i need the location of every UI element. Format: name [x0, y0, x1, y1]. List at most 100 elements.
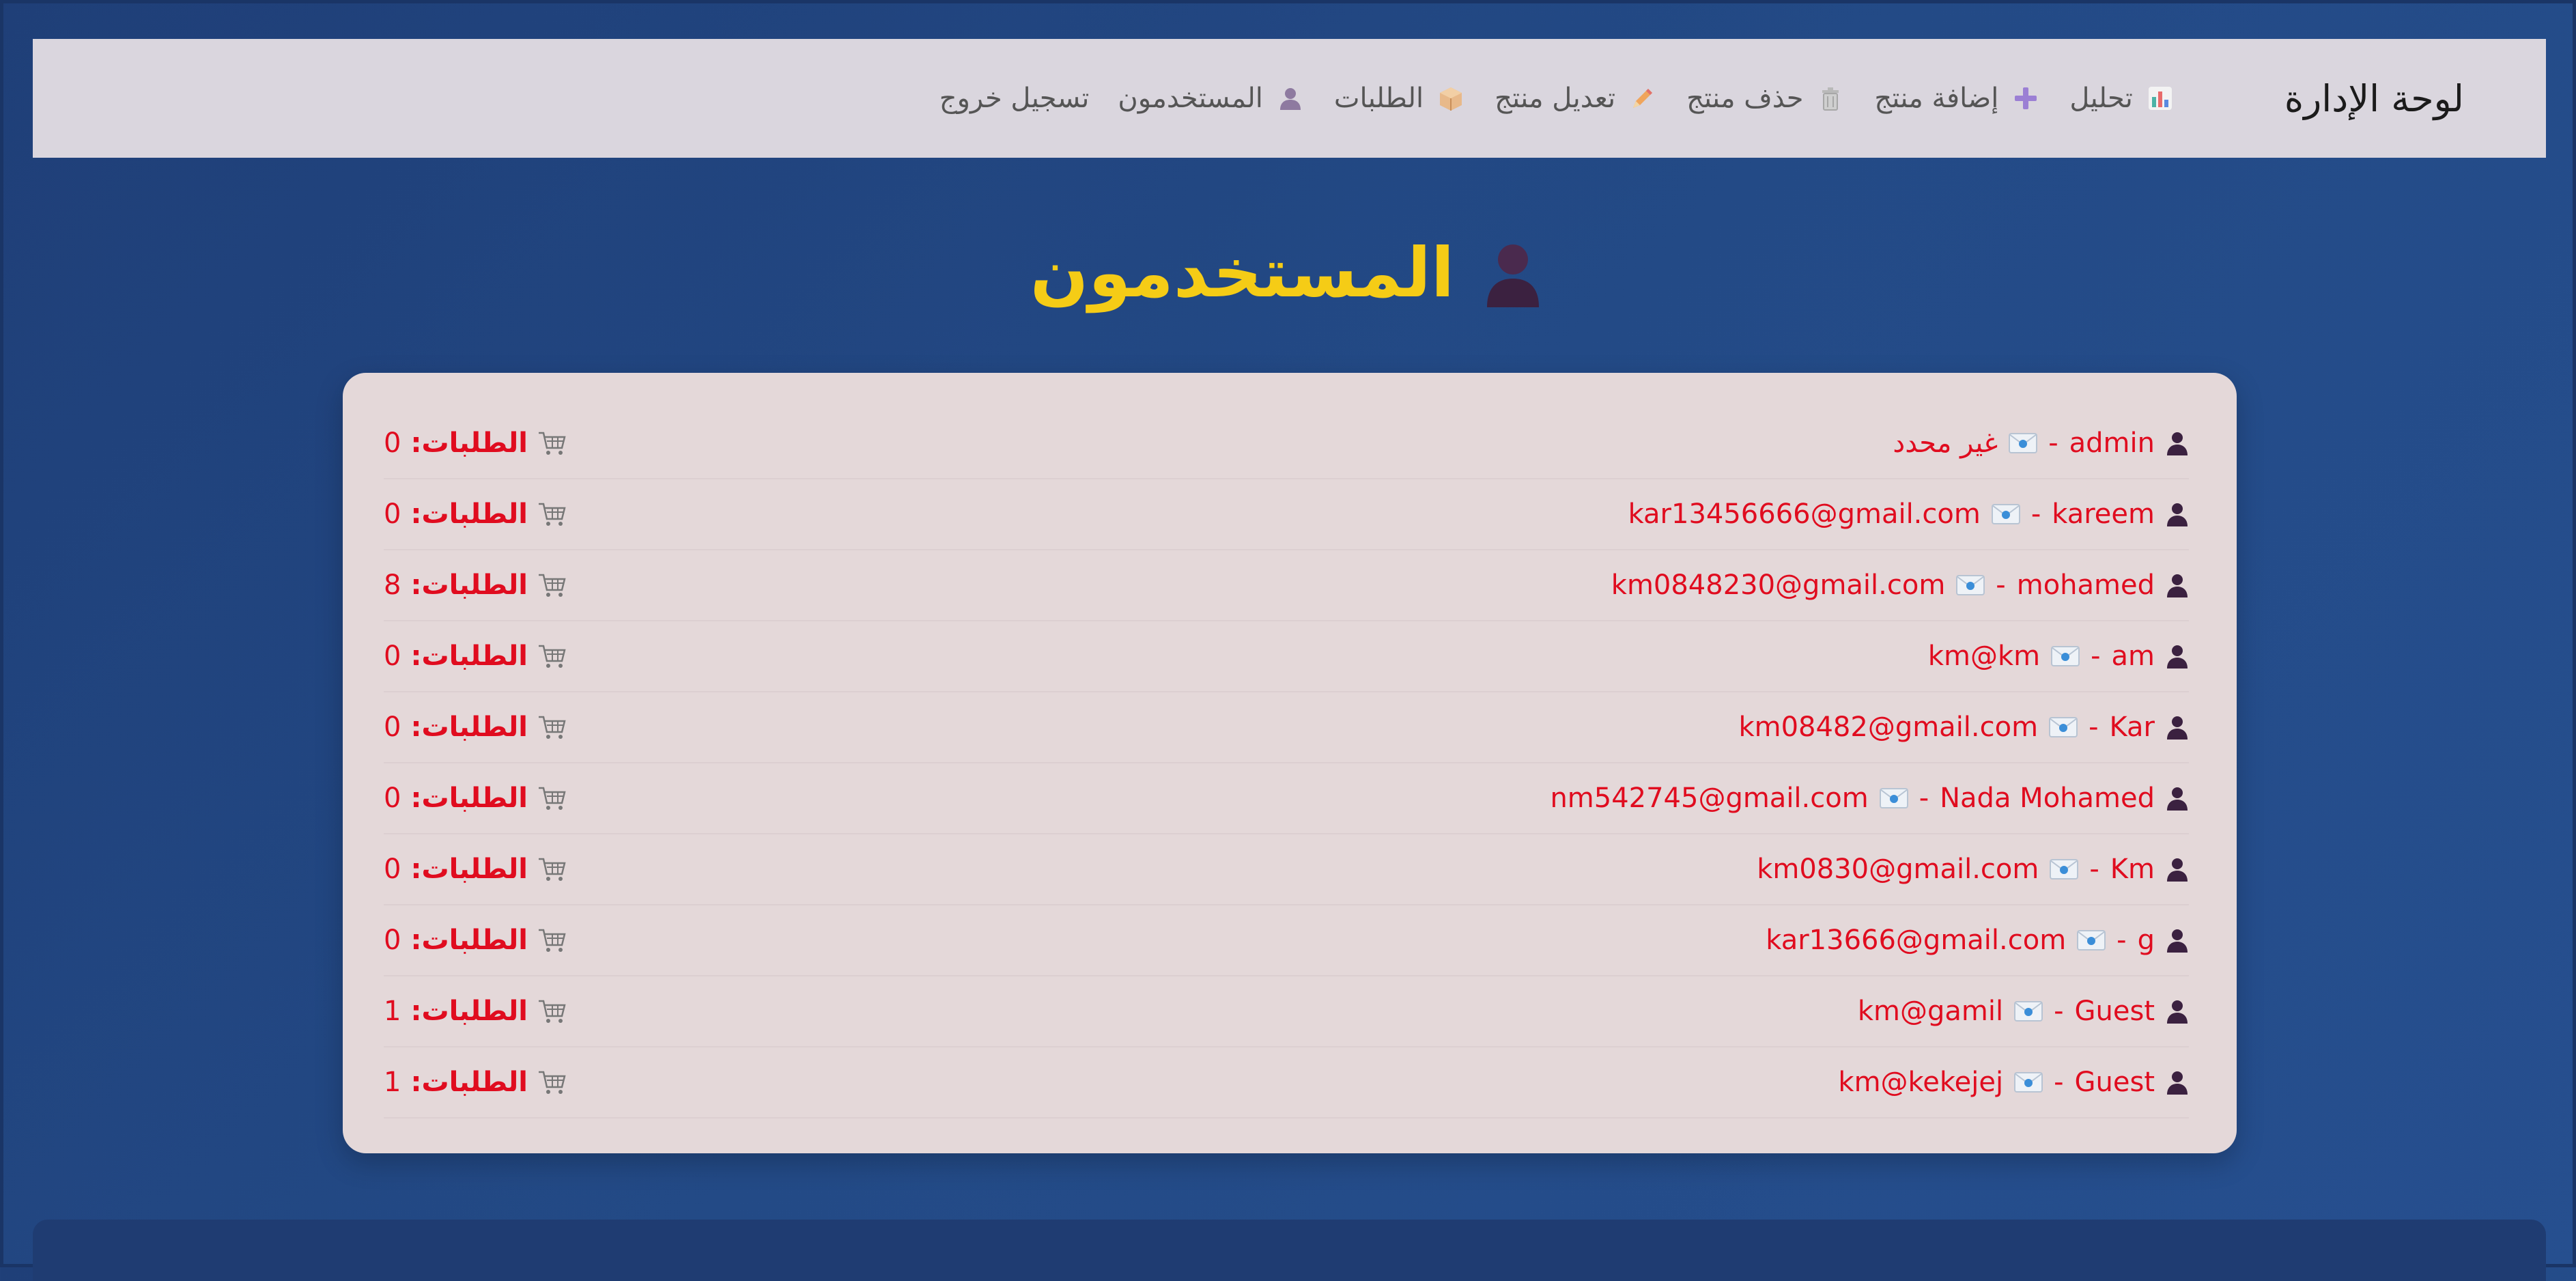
- orders-value: 0: [384, 712, 401, 743]
- user-icon: [1275, 83, 1305, 113]
- shopping-cart-icon: [537, 501, 566, 527]
- user-row: admin - غير محدد الطلبات: 0: [384, 408, 2189, 479]
- user-icon: [2166, 786, 2189, 811]
- user-row: g - kar13666@gmail.com الطلبات: 0: [384, 905, 2189, 976]
- user-info: Guest - km@gamil: [1858, 996, 2189, 1027]
- user-email: km0830@gmail.com: [1757, 854, 2039, 885]
- separator: -: [2054, 996, 2064, 1027]
- orders-count: الطلبات: 8: [384, 569, 566, 601]
- nav-users-label: المستخدمون: [1118, 83, 1263, 114]
- user-email: km@kekejej: [1838, 1067, 2004, 1098]
- user-row: Guest - km@gamil الطلبات: 1: [384, 976, 2189, 1047]
- orders-count: الطلبات: 0: [384, 498, 566, 530]
- orders-label: الطلبات:: [410, 498, 528, 530]
- separator: -: [2091, 640, 2101, 672]
- user-row: Guest - km@kekejej الطلبات: 1: [384, 1047, 2189, 1118]
- envelope-icon: [1956, 574, 1985, 596]
- nav-add-product-link[interactable]: إضافة منتج: [1874, 83, 2041, 114]
- user-info: Guest - km@kekejej: [1838, 1067, 2189, 1098]
- plus-icon: [2011, 83, 2041, 113]
- nav-edit-product-label: تعديل منتج: [1495, 83, 1616, 114]
- user-icon: [2166, 928, 2189, 953]
- nav-delete-product-link[interactable]: حذف منتج: [1686, 83, 1845, 114]
- envelope-icon: [2050, 858, 2079, 880]
- user-row: Nada Mohamed - nm542745@gmail.com الطلبا…: [384, 763, 2189, 834]
- envelope-icon: [2014, 1000, 2043, 1022]
- nav-orders-link[interactable]: الطلبات: [1334, 83, 1466, 114]
- orders-label: الطلبات:: [410, 925, 528, 956]
- nav-analytics-link[interactable]: تحليل: [2069, 83, 2175, 114]
- user-email: km08482@gmail.com: [1738, 712, 2039, 743]
- orders-count: الطلبات: 0: [384, 925, 566, 956]
- user-info: kareem - kar13456666@gmail.com: [1628, 498, 2189, 530]
- user-name: Guest: [2074, 996, 2155, 1027]
- shopping-cart-icon: [537, 927, 566, 953]
- user-email: km0848230@gmail.com: [1611, 569, 1946, 601]
- user-info: am - km@km: [1928, 640, 2189, 672]
- user-icon: [2166, 431, 2189, 455]
- user-silhouette-icon: [1480, 239, 1546, 307]
- envelope-icon: [2009, 432, 2038, 454]
- user-email: km@km: [1927, 640, 2041, 672]
- orders-value: 0: [384, 854, 401, 885]
- user-name: Nada Mohamed: [1940, 783, 2155, 814]
- user-email: غير محدد: [1893, 427, 1998, 459]
- nav-users-link[interactable]: المستخدمون: [1118, 83, 1305, 114]
- nav-orders-label: الطلبات: [1333, 83, 1424, 114]
- user-icon: [2166, 502, 2189, 526]
- user-info: admin - غير محدد: [1893, 427, 2189, 459]
- user-name: g: [2137, 925, 2155, 956]
- user-info: Km - km0830@gmail.com: [1757, 854, 2189, 885]
- user-info: Nada Mohamed - nm542745@gmail.com: [1550, 783, 2189, 814]
- orders-value: 1: [384, 1067, 401, 1098]
- nav-add-product-label: إضافة منتج: [1874, 83, 1999, 114]
- orders-label: الطلبات:: [410, 996, 528, 1027]
- nav-logout-link[interactable]: تسجيل خروج: [939, 83, 1090, 114]
- nav-delete-product-label: حذف منتج: [1686, 83, 1804, 114]
- shopping-cart-icon: [537, 430, 566, 456]
- shopping-cart-icon: [537, 998, 566, 1024]
- shopping-cart-icon: [537, 785, 566, 811]
- orders-value: 0: [384, 498, 401, 530]
- separator: -: [1919, 783, 1929, 814]
- user-row: Kar - km08482@gmail.com الطلبات: 0: [384, 692, 2189, 763]
- brand-title[interactable]: لوحة الإدارة: [2284, 77, 2464, 120]
- shopping-cart-icon: [537, 856, 566, 882]
- user-name: mohamed: [2016, 569, 2155, 601]
- trash-icon: [1815, 83, 1845, 113]
- envelope-icon: [2077, 929, 2106, 951]
- separator: -: [2089, 854, 2099, 885]
- shopping-cart-icon: [537, 714, 566, 740]
- orders-value: 0: [384, 640, 401, 672]
- orders-label: الطلبات:: [410, 783, 528, 814]
- user-info: g - kar13666@gmail.com: [1766, 925, 2189, 956]
- page-title: المستخدمون: [1030, 233, 1455, 313]
- footer-bar: [33, 1220, 2546, 1281]
- shopping-cart-icon: [537, 1069, 566, 1095]
- package-icon: [1436, 83, 1466, 113]
- user-row: am - km@km الطلبات: 0: [384, 621, 2189, 692]
- orders-value: 0: [384, 783, 401, 814]
- nav-analytics-label: تحليل: [2069, 83, 2133, 114]
- separator: -: [2054, 1067, 2064, 1098]
- orders-count: الطلبات: 0: [384, 783, 566, 814]
- envelope-icon: [2049, 716, 2078, 738]
- separator: -: [2117, 925, 2127, 956]
- user-icon: [2166, 1070, 2189, 1095]
- separator: -: [2048, 427, 2058, 459]
- page-heading: المستخدمون: [0, 239, 2576, 307]
- separator: -: [1996, 569, 2006, 601]
- nav-edit-product-link[interactable]: تعديل منتج: [1495, 83, 1658, 114]
- user-name: am: [2111, 640, 2155, 672]
- separator: -: [2089, 712, 2099, 743]
- user-info: Kar - km08482@gmail.com: [1738, 712, 2189, 743]
- user-name: Km: [2110, 854, 2155, 885]
- orders-count: الطلبات: 1: [384, 996, 566, 1027]
- orders-label: الطلبات:: [410, 1067, 528, 1098]
- shopping-cart-icon: [537, 643, 566, 669]
- orders-count: الطلبات: 0: [384, 640, 566, 672]
- shopping-cart-icon: [537, 572, 566, 598]
- orders-label: الطلبات:: [410, 712, 528, 743]
- user-name: kareem: [2052, 498, 2155, 530]
- user-row: mohamed - km0848230@gmail.com الطلبات: 8: [384, 550, 2189, 621]
